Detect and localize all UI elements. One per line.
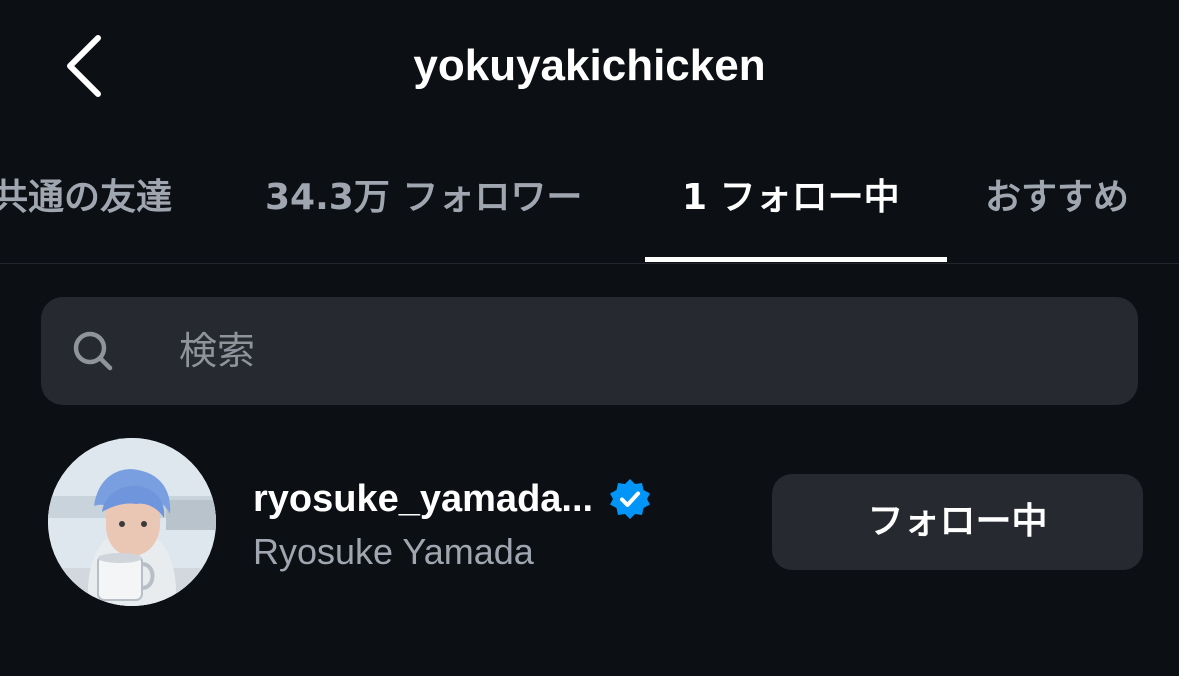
tab-followers[interactable]: 34.3万 フォロワー [265, 174, 582, 222]
username[interactable]: ryosuke_yamada... [253, 475, 593, 523]
full-name: Ryosuke Yamada [253, 531, 534, 572]
active-tab-indicator [645, 257, 947, 262]
search-icon [71, 329, 115, 373]
tab-following[interactable]: 1 フォロー中 [682, 174, 900, 222]
following-button[interactable]: フォロー中 [772, 474, 1143, 570]
divider [0, 263, 1179, 264]
verified-badge-icon [608, 477, 652, 521]
avatar[interactable] [48, 438, 216, 606]
tab-mutual-friends[interactable]: 共通の友達 [0, 174, 172, 222]
search-input[interactable]: 検索 [41, 297, 1138, 405]
page-title: yokuyakichicken [413, 41, 766, 90]
tab-suggested[interactable]: おすすめ [985, 174, 1129, 222]
list-item[interactable]: ryosuke_yamada... Ryosuke Yamada フォロー中 [0, 430, 1179, 620]
header: yokuyakichicken [0, 0, 1179, 135]
tab-bar: 共通の友達 34.3万 フォロワー 1 フォロー中 おすすめ [0, 150, 1179, 263]
search-placeholder: 検索 [179, 329, 256, 373]
username-line: ryosuke_yamada... [253, 475, 652, 523]
